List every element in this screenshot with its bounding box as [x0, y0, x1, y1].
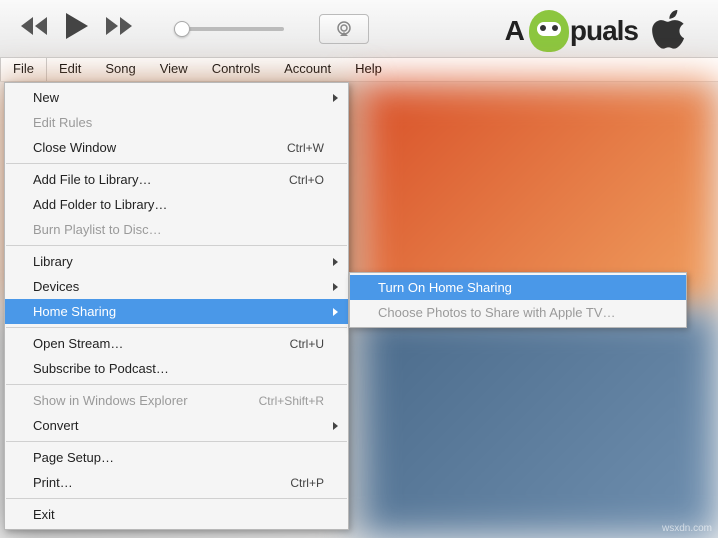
menu-item-label: Print… — [33, 475, 73, 490]
menu-shortcut: Ctrl+P — [290, 476, 324, 490]
menu-item-label: Page Setup… — [33, 450, 114, 465]
menu-item[interactable]: Add File to Library… Ctrl+O — [5, 167, 348, 192]
watermark: wsxdn.com — [662, 523, 712, 534]
menu-separator — [6, 163, 347, 164]
menu-shortcut: Ctrl+W — [287, 141, 324, 155]
menu-item-label: Turn On Home Sharing — [378, 280, 512, 295]
menu-item-label: New — [33, 90, 59, 105]
menu-item-label: Close Window — [33, 140, 116, 155]
menu-item-label: Burn Playlist to Disc… — [33, 222, 162, 237]
menu-separator — [6, 327, 347, 328]
menu-item-label: Open Stream… — [33, 336, 123, 351]
player-toolbar: A puals — [0, 0, 718, 58]
menu-item: Show in Windows Explorer Ctrl+Shift+R — [5, 388, 348, 413]
play-button[interactable] — [66, 13, 88, 44]
menu-item: Burn Playlist to Disc… — [5, 217, 348, 242]
next-button[interactable] — [106, 17, 134, 40]
menu-item-label: Edit Rules — [33, 115, 92, 130]
menu-item-label: Subscribe to Podcast… — [33, 361, 169, 376]
appuals-icon — [529, 10, 569, 52]
file-menu: New Edit Rules Close Window Ctrl+W Add File … — [4, 82, 349, 530]
menu-item[interactable]: Home Sharing — [5, 299, 348, 324]
chevron-right-icon — [333, 422, 338, 430]
menu-separator — [6, 384, 347, 385]
menu-item[interactable]: Convert — [5, 413, 348, 438]
menu-separator — [6, 441, 347, 442]
chevron-right-icon — [333, 94, 338, 102]
menu-item[interactable]: Turn On Home Sharing — [350, 275, 686, 300]
volume-slider[interactable] — [174, 27, 284, 31]
menu-item[interactable]: New — [5, 85, 348, 110]
menu-item-label: Choose Photos to Share with Apple TV… — [378, 305, 616, 320]
menu-item-label: Exit — [33, 507, 55, 522]
menu-item[interactable]: Close Window Ctrl+W — [5, 135, 348, 160]
album-tile[interactable] — [359, 310, 718, 538]
chevron-right-icon — [333, 283, 338, 291]
menu-item-label: Library — [33, 254, 73, 269]
menu-item-label: Convert — [33, 418, 79, 433]
menu-item[interactable]: Page Setup… — [5, 445, 348, 470]
menu-item[interactable]: Print… Ctrl+P — [5, 470, 348, 495]
menu-item[interactable]: Devices — [5, 274, 348, 299]
menu-item-label: Show in Windows Explorer — [33, 393, 188, 408]
airplay-button[interactable] — [319, 14, 369, 44]
previous-button[interactable] — [20, 17, 48, 40]
menubar-account[interactable]: Account — [272, 58, 343, 81]
menubar-controls[interactable]: Controls — [200, 58, 272, 81]
menu-item[interactable]: Exit — [5, 502, 348, 527]
menu-item-label: Devices — [33, 279, 79, 294]
menubar-edit[interactable]: Edit — [47, 58, 93, 81]
menu-item[interactable]: Add Folder to Library… — [5, 192, 348, 217]
menu-shortcut: Ctrl+U — [290, 337, 324, 351]
menu-shortcut: Ctrl+Shift+R — [259, 394, 324, 408]
menu-separator — [6, 245, 347, 246]
menubar-view[interactable]: View — [148, 58, 200, 81]
chevron-right-icon — [333, 308, 338, 316]
menu-item: Choose Photos to Share with Apple TV… — [350, 300, 686, 325]
menu-shortcut: Ctrl+O — [289, 173, 324, 187]
home-sharing-submenu: Turn On Home Sharing Choose Photos to Sha… — [349, 272, 687, 328]
menu-item[interactable]: Open Stream… Ctrl+U — [5, 331, 348, 356]
menu-item-label: Add File to Library… — [33, 172, 152, 187]
menu-item[interactable]: Subscribe to Podcast… — [5, 356, 348, 381]
menu-item: Edit Rules — [5, 110, 348, 135]
menubar-file[interactable]: File — [0, 58, 47, 81]
menu-item[interactable]: Library — [5, 249, 348, 274]
menu-item-label: Home Sharing — [33, 304, 116, 319]
menubar-song[interactable]: Song — [93, 58, 147, 81]
menubar-help[interactable]: Help — [343, 58, 394, 81]
playback-controls — [20, 13, 134, 44]
chevron-right-icon — [333, 258, 338, 266]
apple-logo-icon — [652, 10, 688, 57]
menu-item-label: Add Folder to Library… — [33, 197, 167, 212]
appuals-logo: A puals — [505, 10, 638, 52]
menubar: File Edit Song View Controls Account Hel… — [0, 58, 718, 82]
menu-separator — [6, 498, 347, 499]
